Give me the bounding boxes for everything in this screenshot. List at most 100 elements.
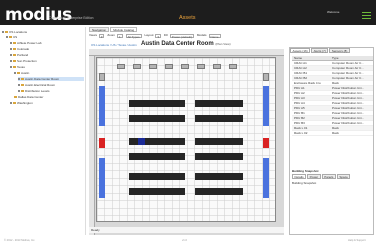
zoom-label: Zoom — [107, 33, 115, 37]
tab-alerts[interactable]: Alerts (7) — [311, 48, 329, 53]
tree-item[interactable]: OS Locations — [2, 30, 27, 34]
expand-toggle-icon[interactable] — [10, 60, 12, 63]
fill-select[interactable]: Power (default) — [169, 33, 195, 39]
folder-icon — [13, 102, 16, 105]
rack-row[interactable] — [195, 173, 243, 180]
collapse-toggle-icon[interactable] — [14, 72, 16, 75]
table-row[interactable]: Rack L 02 Rack — [292, 131, 373, 136]
rack-row[interactable] — [129, 153, 185, 160]
rack-row[interactable] — [129, 188, 185, 195]
folder-icon — [5, 31, 8, 34]
selected-rack[interactable] — [138, 138, 145, 145]
collapse-toggle-icon[interactable] — [2, 31, 4, 34]
layout-label: Layout — [144, 33, 154, 37]
expand-toggle-icon[interactable] — [18, 78, 20, 81]
asset-rows: CRAC A1 Computer Room Air C... CRAC A2 Comp… — [292, 61, 373, 136]
tree-item[interactable]: Washington — [10, 101, 33, 105]
expand-toggle-icon[interactable] — [10, 42, 12, 45]
detail-title: Building Snapshot — [292, 181, 317, 185]
expand-toggle-icon[interactable] — [18, 90, 20, 93]
asset-tabs: Assets (16) Alerts (7) Sensors (8) — [290, 48, 351, 54]
floor-tile-unit[interactable] — [197, 64, 205, 69]
crac-unit[interactable] — [99, 86, 105, 126]
rack-row[interactable] — [195, 188, 243, 195]
models-select[interactable]: Name — [208, 33, 221, 39]
building-snapshot-label: Building Snapshot — [292, 169, 319, 173]
asset-type-cell: Rack — [332, 131, 339, 135]
folder-icon — [13, 42, 16, 45]
footer-center-text: v1.0 — [182, 239, 187, 242]
plan-view-label: (Plan View) — [215, 42, 231, 46]
tree-item[interactable]: US — [6, 35, 17, 39]
tree-item[interactable]: Distribution Levels — [18, 89, 50, 93]
floor-tile-unit[interactable] — [229, 64, 237, 69]
asset-name-cell: Rack L 02 — [294, 131, 308, 135]
app-title: Assets — [179, 15, 196, 21]
tree-item[interactable]: Austin — [14, 71, 29, 75]
help-link[interactable]: Help & Support — [348, 239, 366, 242]
breadcrumb[interactable]: OS Locations / US / Texas / Austin — [91, 43, 137, 47]
hamburger-menu-icon[interactable] — [362, 12, 371, 20]
app-header: modius OpenData® Enterprise Edition Asse… — [0, 0, 376, 25]
tree-item[interactable]: Sun Protection — [10, 59, 37, 63]
crac-unit[interactable] — [263, 86, 269, 126]
rack-row[interactable] — [195, 115, 243, 122]
tab-sensors[interactable]: Sensors (8) — [329, 48, 350, 53]
layout-select[interactable]: ▾ — [155, 33, 161, 39]
tab-power[interactable]: Power — [307, 174, 321, 179]
views-select[interactable]: ▾ — [98, 33, 105, 39]
floor-tile-unit[interactable] — [133, 64, 141, 69]
tab-space[interactable]: Space — [336, 174, 351, 179]
rack-row[interactable] — [129, 100, 185, 107]
tree-item[interactable]: Austin Electrical Room — [18, 83, 55, 87]
floor-tile-unit[interactable] — [181, 64, 189, 69]
tree-item[interactable]: Dallas Data Center — [14, 95, 43, 99]
tab-navigation[interactable]: Navigation — [89, 27, 110, 32]
views-label[interactable]: Views — [89, 33, 97, 38]
expand-toggle-icon[interactable] — [10, 102, 12, 105]
tab-module-catalog[interactable]: Module Catalog — [110, 27, 138, 32]
tree-item-selected[interactable]: Austin Data Center Room — [18, 77, 84, 81]
wall-unit[interactable] — [99, 73, 105, 81]
fill-label: Fill — [163, 33, 168, 37]
tree-item[interactable]: Athlete Power Lab — [10, 41, 42, 45]
crac-unit[interactable] — [99, 158, 105, 198]
expand-toggle-icon[interactable] — [10, 48, 12, 51]
rack-row[interactable] — [129, 173, 185, 180]
floor-tile-unit[interactable] — [149, 64, 157, 69]
status-bar: Ready — [89, 227, 284, 233]
zoom-input[interactable]: 1 — [116, 33, 123, 39]
welcome-text: Welcome — [327, 10, 340, 14]
rack-row[interactable] — [129, 115, 185, 122]
tree-item[interactable]: Portland — [10, 53, 28, 57]
collapse-toggle-icon[interactable] — [6, 36, 8, 39]
alert-unit[interactable] — [263, 138, 269, 148]
alert-unit[interactable] — [99, 138, 105, 148]
expand-toggle-icon[interactable] — [10, 54, 12, 57]
models-label: Models — [196, 33, 207, 37]
type-select[interactable]: All Types — [125, 33, 142, 39]
tab-details[interactable]: Details — [292, 174, 307, 179]
floor-plan-canvas[interactable]: Ready — [89, 49, 284, 235]
collapse-toggle-icon[interactable] — [10, 66, 12, 69]
floor-tile-unit[interactable] — [213, 64, 221, 69]
crac-unit[interactable] — [263, 158, 269, 198]
footer: © 2012 - 2013 Modius, Inc. v1.0 Help & S… — [0, 237, 376, 245]
product-subtitle: OpenData® Enterprise Edition — [49, 16, 94, 20]
folder-icon — [13, 54, 16, 57]
tree-item[interactable]: Texas — [10, 65, 25, 69]
floor-grid[interactable] — [96, 57, 276, 222]
folder-icon — [21, 90, 24, 93]
rack-row[interactable] — [195, 153, 243, 160]
expand-toggle-icon[interactable] — [18, 84, 20, 87]
folder-icon — [14, 96, 17, 99]
plan-toolbar: Views ▾ Zoom 1 All Types Layout ▾ Fill Power… — [89, 33, 284, 39]
wall-unit[interactable] — [263, 73, 269, 81]
floor-tile-unit[interactable] — [165, 64, 173, 69]
rack-row[interactable] — [195, 100, 243, 107]
tree-item[interactable]: Colorado — [10, 47, 29, 51]
floor-tile-unit[interactable] — [117, 64, 125, 69]
tab-assets[interactable]: Assets (16) — [290, 48, 311, 53]
rack-row[interactable] — [195, 138, 243, 145]
tab-panels[interactable]: Panels — [321, 174, 336, 179]
